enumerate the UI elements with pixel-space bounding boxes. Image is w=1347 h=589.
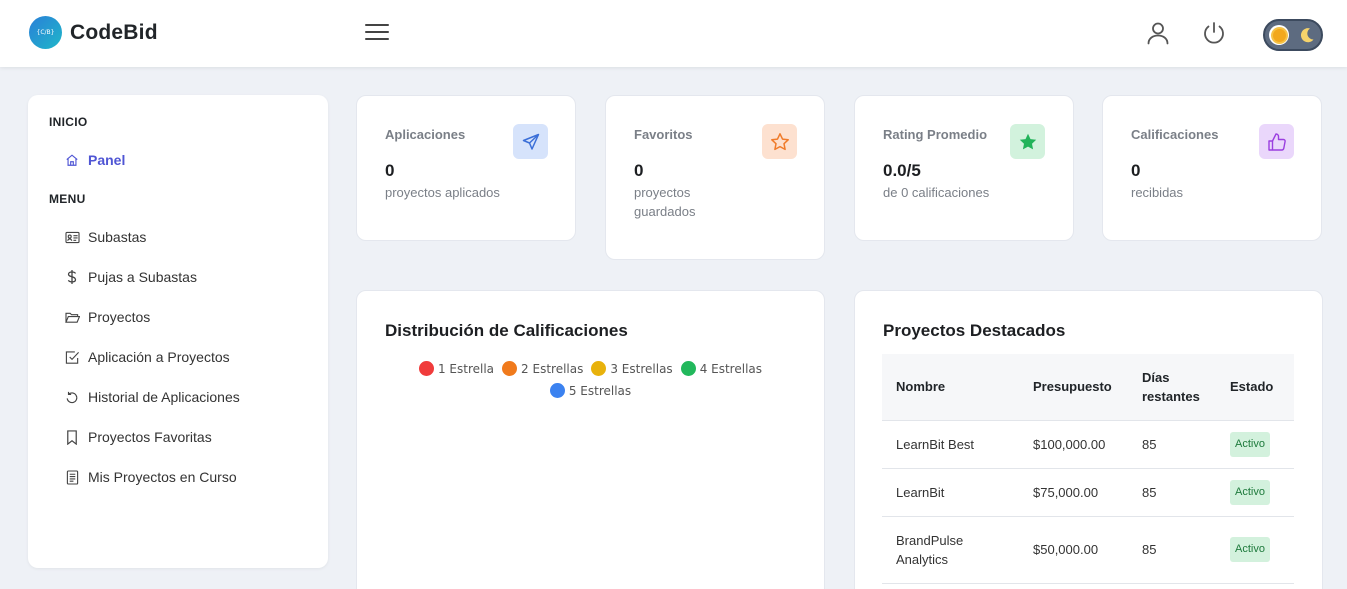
stat-label: Calificaciones bbox=[1131, 127, 1219, 142]
column-header: Estado bbox=[1216, 354, 1294, 421]
status-badge: Activo bbox=[1230, 537, 1270, 562]
sidebar-item-aplicacion[interactable]: Aplicación a Proyectos bbox=[64, 349, 230, 365]
column-header: Presupuesto bbox=[1019, 354, 1128, 421]
stat-value: 0 bbox=[634, 161, 644, 180]
stat-subtext: proyectos guardados bbox=[634, 185, 696, 219]
stat-value: 0 bbox=[1131, 161, 1141, 180]
legend-label: 3 Estrellas bbox=[610, 361, 673, 376]
table-row[interactable]: BrandPulse Analytics $50,000.00 85 Activ… bbox=[882, 516, 1294, 584]
stat-value: 0 bbox=[385, 161, 395, 180]
dollar-icon bbox=[64, 269, 80, 285]
chart-legend: 1 Estrella 2 Estrellas 3 Estrellas 4 Est… bbox=[357, 361, 824, 376]
check-square-icon bbox=[64, 349, 80, 365]
logo-badge: {C/B} bbox=[29, 16, 62, 49]
sidebar-item-panel[interactable]: Panel bbox=[64, 152, 125, 168]
chart-legend-row-2: 5 Estrellas bbox=[357, 383, 824, 398]
sidebar-item-label: Proyectos bbox=[88, 309, 151, 325]
sidebar-item-label: Pujas a Subastas bbox=[88, 269, 197, 285]
legend-swatch bbox=[418, 361, 434, 376]
stat-subtext: recibidas bbox=[1131, 185, 1184, 200]
legend-swatch bbox=[591, 361, 607, 376]
legend-label: 2 Estrellas bbox=[521, 361, 584, 376]
top-navbar: {C/B} CodeBid bbox=[0, 0, 1347, 67]
stat-label: Aplicaciones bbox=[385, 127, 466, 142]
star-outline-icon bbox=[762, 124, 797, 159]
projects-table: Nombre Presupuesto Días restantes Estado… bbox=[882, 354, 1294, 584]
project-budget: $100,000.00 bbox=[1019, 420, 1128, 469]
sidebar-item-label: Panel bbox=[88, 152, 126, 168]
bookmark-icon bbox=[64, 429, 80, 445]
stat-label: Rating Promedio bbox=[883, 127, 988, 142]
sidebar-item-proyectos[interactable]: Proyectos bbox=[64, 309, 150, 325]
project-days: 85 bbox=[1128, 420, 1216, 469]
sidebar-item-historial[interactable]: Historial de Aplicaciones bbox=[64, 389, 240, 405]
sidebar-item-label: Proyectos Favoritas bbox=[88, 429, 212, 445]
sidebar-item-label: Subastas bbox=[88, 229, 147, 245]
stat-card-favoritos: Favoritos 0 proyectos guardados bbox=[605, 95, 825, 260]
legend-item[interactable]: 1 Estrella bbox=[418, 361, 495, 376]
legend-item[interactable]: 5 Estrellas bbox=[549, 383, 632, 398]
stat-value: 0.0/5 bbox=[883, 161, 921, 180]
panel-title: Proyectos Destacados bbox=[883, 321, 1066, 340]
table-row[interactable]: LearnBit $75,000.00 85 Activo bbox=[882, 468, 1294, 517]
app-name: CodeBid bbox=[70, 20, 158, 44]
app-logo[interactable]: {C/B} CodeBid bbox=[29, 16, 158, 49]
sidebar-section-inicio: INICIO bbox=[49, 115, 88, 129]
project-days: 85 bbox=[1128, 516, 1216, 584]
stat-card-rating: Rating Promedio 0.0/5 de 0 calificacione… bbox=[854, 95, 1074, 241]
stat-card-calificaciones: Calificaciones 0 recibidas bbox=[1102, 95, 1322, 241]
stat-subtext: proyectos aplicados bbox=[385, 185, 500, 200]
ratings-distribution-panel: Distribución de Calificaciones 1 Estrell… bbox=[356, 290, 825, 589]
sidebar-item-subastas[interactable]: Subastas bbox=[64, 229, 146, 245]
moon-icon bbox=[1299, 27, 1315, 43]
folder-icon bbox=[64, 309, 80, 325]
send-icon bbox=[513, 124, 548, 159]
project-budget: $75,000.00 bbox=[1019, 468, 1128, 517]
legend-item[interactable]: 3 Estrellas bbox=[591, 361, 673, 376]
project-days: 85 bbox=[1128, 468, 1216, 517]
home-icon bbox=[64, 152, 80, 168]
stat-label: Favoritos bbox=[634, 127, 693, 142]
sidebar-item-label: Historial de Aplicaciones bbox=[88, 389, 240, 405]
legend-swatch bbox=[502, 361, 518, 376]
legend-swatch bbox=[680, 361, 696, 376]
legend-label: 4 Estrellas bbox=[699, 361, 763, 376]
sidebar-item-label: Mis Proyectos en Curso bbox=[88, 469, 237, 485]
legend-label: 5 Estrellas bbox=[568, 383, 632, 398]
status-badge: Activo bbox=[1230, 479, 1270, 505]
stat-card-aplicaciones: Aplicaciones 0 proyectos aplicados bbox=[356, 95, 576, 241]
column-header: Nombre bbox=[882, 354, 1019, 421]
power-logout-icon[interactable] bbox=[1201, 20, 1227, 46]
history-icon bbox=[64, 389, 80, 405]
status-badge: Activo bbox=[1230, 431, 1270, 457]
sun-icon bbox=[1269, 25, 1289, 45]
sidebar-item-en-curso[interactable]: Mis Proyectos en Curso bbox=[64, 469, 237, 485]
project-budget: $50,000.00 bbox=[1019, 516, 1128, 584]
document-icon bbox=[64, 469, 80, 485]
id-card-icon bbox=[64, 229, 80, 245]
sidebar: INICIO Panel MENU Subastas Pujas a Subas… bbox=[28, 95, 328, 568]
project-name: LearnBit Best bbox=[882, 420, 1019, 469]
star-filled-icon bbox=[1010, 124, 1045, 159]
panel-title: Distribución de Calificaciones bbox=[385, 321, 628, 340]
thumbs-up-icon bbox=[1259, 124, 1294, 159]
sidebar-item-label: Aplicación a Proyectos bbox=[88, 349, 230, 365]
project-name: BrandPulse Analytics bbox=[882, 516, 1019, 584]
stat-subtext: de 0 calificaciones bbox=[883, 185, 990, 200]
theme-toggle[interactable] bbox=[1263, 19, 1323, 51]
project-name: LearnBit bbox=[882, 468, 1019, 517]
user-profile-icon[interactable] bbox=[1145, 20, 1171, 46]
legend-item[interactable]: 2 Estrellas bbox=[502, 361, 583, 376]
menu-toggle-icon[interactable] bbox=[365, 24, 389, 42]
legend-label: 1 Estrella bbox=[437, 361, 495, 376]
legend-item[interactable]: 4 Estrellas bbox=[680, 361, 763, 376]
featured-projects-panel: Proyectos Destacados Nombre Presupuesto … bbox=[854, 290, 1323, 589]
sidebar-item-favoritas[interactable]: Proyectos Favoritas bbox=[64, 429, 212, 445]
legend-swatch bbox=[549, 383, 565, 398]
sidebar-section-menu: MENU bbox=[49, 192, 86, 206]
sidebar-item-pujas[interactable]: Pujas a Subastas bbox=[64, 269, 197, 285]
column-header: Días restantes bbox=[1128, 354, 1216, 421]
table-row[interactable]: LearnBit Best $100,000.00 85 Activo bbox=[882, 420, 1294, 469]
